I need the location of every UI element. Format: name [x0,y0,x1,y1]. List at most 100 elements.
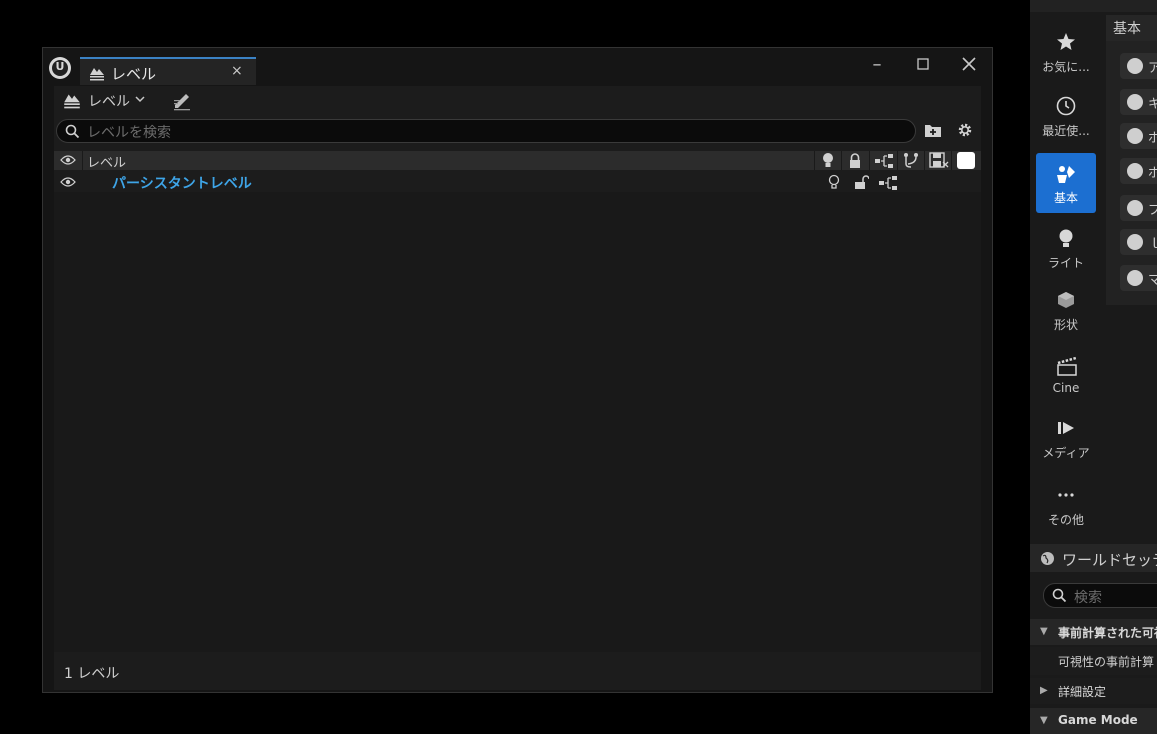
column-divider [897,151,898,170]
panel-top-strip [1030,0,1157,12]
chevron-down-icon: ▼ [1040,626,1048,637]
point-light-icon [1127,163,1143,179]
save-level-icon[interactable] [929,152,949,169]
chevron-down-icon: ▼ [1040,715,1048,726]
category-basic[interactable]: 基本 [1036,153,1096,213]
category-label: 形状 [1053,318,1078,332]
search-icon [65,124,80,139]
category-lights[interactable]: ライト [1036,218,1096,278]
streaming-hierarchy-icon[interactable] [878,176,898,190]
level-color-swatch[interactable] [957,152,975,169]
world-settings-title: ワールドセッテ [1062,551,1157,569]
level-search-input[interactable]: レベルを検索 [56,119,916,143]
actor-icon [1127,58,1143,74]
title-bar[interactable]: U レベル × – [43,48,992,86]
levels-menu-button[interactable]: レベル [88,91,130,111]
status-footer [54,652,981,690]
category-shapes[interactable]: 形状 [1036,280,1096,340]
actor-item[interactable]: マ [1120,265,1157,291]
actor-item[interactable]: ア [1120,53,1157,79]
category-other[interactable]: その他 [1036,475,1096,535]
column-divider [82,151,83,170]
column-divider [869,151,870,170]
unreal-logo-icon: U [49,57,71,79]
maximize-button[interactable] [909,54,937,76]
lighting-bulb-icon[interactable] [821,152,835,169]
category-label: その他 [1047,513,1084,527]
unlock-icon[interactable] [854,175,869,190]
column-divider [951,151,952,170]
category-label: お気に... [1042,60,1090,74]
actor-item[interactable]: ポ [1120,123,1157,149]
add-folder-icon[interactable] [924,122,942,138]
details-search-input[interactable]: 検索 [1043,583,1157,608]
section-precomputed-visibility[interactable]: ▼ 事前計算された可視 [1030,619,1157,645]
world-settings-tab[interactable]: ワールドセッテ [1030,544,1157,572]
category-media[interactable]: メディア [1036,408,1096,468]
column-divider [924,151,925,170]
search-placeholder: レベルを検索 [87,125,171,141]
actor-item[interactable]: ｌ [1120,229,1157,255]
category-recent[interactable]: 最近使... [1036,86,1096,146]
tab-close-icon[interactable]: × [231,63,243,79]
level-list-header: レベル [54,151,981,171]
minimize-button[interactable]: – [863,54,891,76]
sphere-icon [1127,234,1143,250]
light-bulb-icon [1056,228,1076,250]
level-name[interactable]: パーシスタントレベル [112,173,252,193]
settings-gear-icon[interactable] [956,121,974,139]
category-favorites[interactable]: お気に... [1036,22,1096,82]
category-label: Cine [1052,381,1080,395]
close-icon [962,57,976,71]
lock-icon[interactable] [848,153,862,168]
level-row[interactable]: パーシスタントレベル [54,172,981,192]
star-icon [1056,32,1076,52]
chevron-right-icon: ▶ [1040,685,1048,696]
place-actors-panel: お気に... 最近使... 基本 ライト 形状 Cine メディア その他 基本… [1030,0,1157,734]
sphere-icon [1127,270,1143,286]
actor-item[interactable]: キ [1120,89,1157,115]
media-icon [1056,418,1076,438]
levels-panel: レベル レベルを検索 レベル パーシスタントレベル 1 レベル [54,86,981,690]
pawn-icon [1127,128,1143,144]
level-count: 1 レベル [64,666,120,682]
tab-levels[interactable]: レベル × [80,57,256,85]
cube-icon [1056,290,1076,310]
maximize-icon [917,58,929,70]
category-cinematic[interactable]: Cine [1036,345,1096,405]
section-title: 基本 [1113,21,1141,37]
column-divider [841,151,842,170]
close-button[interactable] [955,54,983,76]
chevron-down-icon[interactable] [134,95,146,105]
player-start-icon [1127,200,1143,216]
more-icon [1056,485,1076,505]
streaming-hierarchy-icon[interactable] [874,154,894,168]
levels-window: U レベル × – レベル レベルを検索 レベル パーシスタントレベル 1 レベ… [42,47,993,693]
level-icon [62,90,82,110]
visibility-eye-icon[interactable] [60,154,76,166]
search-icon [1052,588,1067,603]
category-label: メディア [1042,446,1090,460]
character-icon [1127,94,1143,110]
category-label: 基本 [1053,191,1078,205]
actor-item[interactable]: ポ [1120,158,1157,184]
search-placeholder: 検索 [1074,590,1102,606]
category-label: 最近使... [1042,124,1090,138]
column-divider [814,151,815,170]
actor-list: ア キ ポ ポ プ ｌ マ [1106,41,1157,305]
section-advanced[interactable]: ▶ 詳細設定 [1030,678,1157,704]
branch-icon[interactable] [902,152,920,169]
level-list-area [54,192,981,652]
levels-toolbar: レベル [54,86,981,114]
basic-shapes-icon [1056,163,1076,185]
basic-section-header: 基本 [1106,15,1157,41]
level-column-label: レベル [87,156,127,171]
lighting-bulb-icon[interactable] [827,174,841,191]
clapper-icon [1056,355,1078,377]
visibility-eye-icon[interactable] [60,176,76,188]
globe-icon [1040,551,1055,566]
section-game-mode[interactable]: ▼ Game Mode [1030,708,1157,734]
tab-label: レベル [111,65,157,83]
edit-level-icon[interactable] [171,89,193,111]
actor-item[interactable]: プ [1120,195,1157,221]
